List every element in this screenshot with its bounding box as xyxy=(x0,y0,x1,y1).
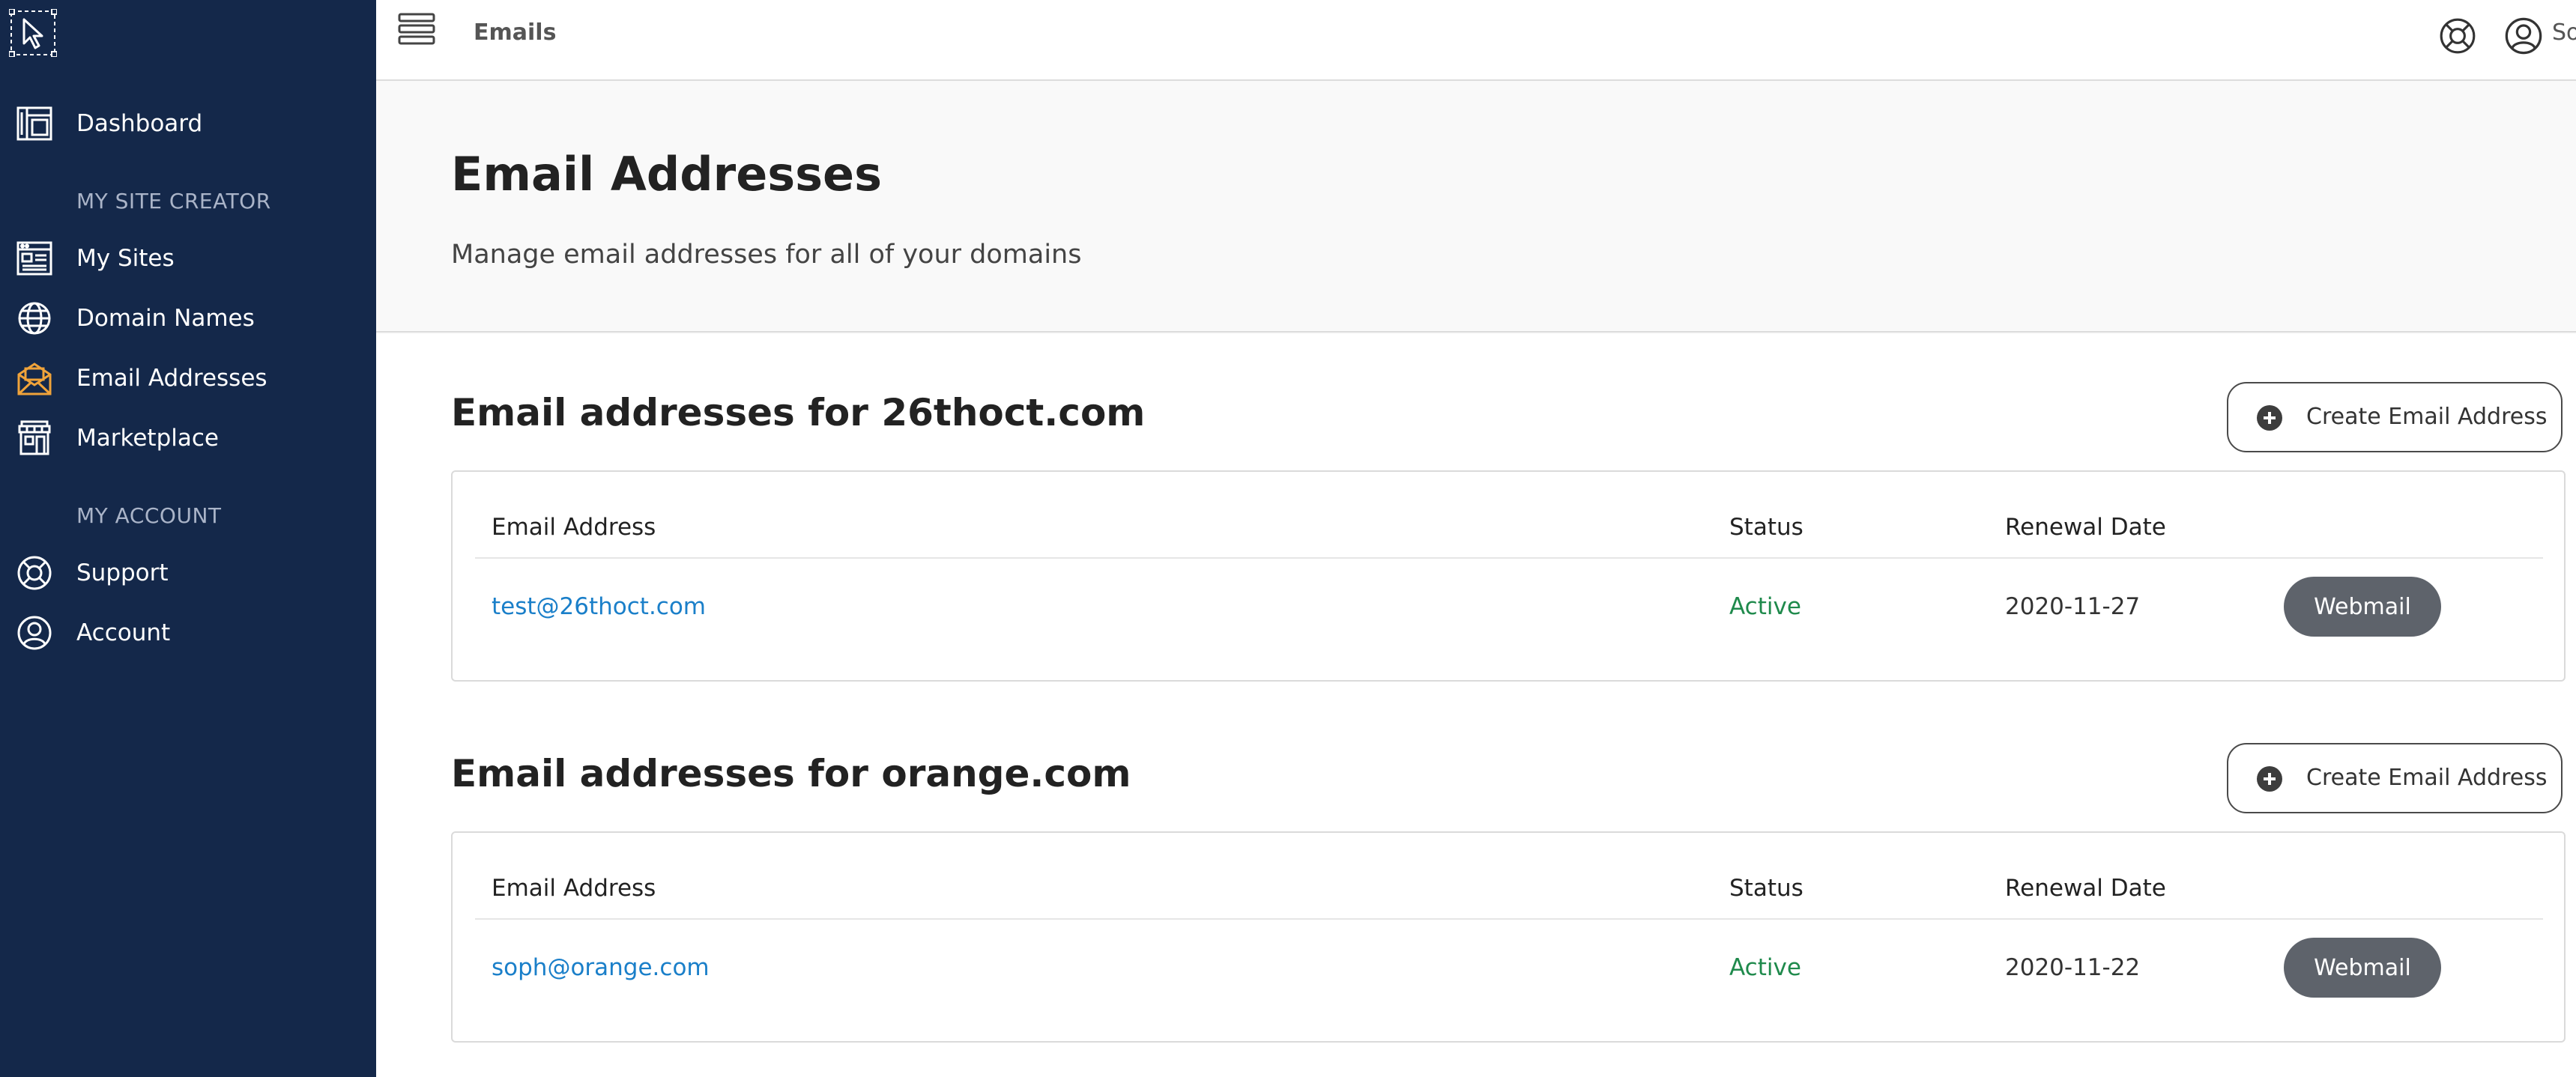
sidebar-item-account[interactable]: Account xyxy=(0,607,376,659)
plus-circle-icon xyxy=(2257,405,2282,431)
lifebuoy-icon xyxy=(15,553,54,592)
create-button-label: Create Email Address xyxy=(2306,765,2548,791)
column-header-status: Status xyxy=(1729,514,1803,541)
topbar: Emails Sophie xyxy=(376,0,2576,81)
create-email-address-button[interactable]: Create Email Address xyxy=(2227,382,2563,452)
webmail-button[interactable]: Webmail xyxy=(2284,577,2441,637)
email-address-link[interactable]: soph@orange.com xyxy=(492,954,710,981)
column-header-email: Email Address xyxy=(492,514,656,541)
account-name[interactable]: Sophie xyxy=(2552,19,2576,46)
account-menu-button[interactable] xyxy=(2501,13,2546,58)
status-badge: Active xyxy=(1729,954,1801,981)
sidebar-item-email-addresses[interactable]: Email Addresses xyxy=(0,352,376,404)
sidebar-item-label: Domain Names xyxy=(76,305,255,332)
sidebar-item-label: Support xyxy=(76,559,169,586)
section-label-my-account: MY ACCOUNT xyxy=(76,503,222,528)
sidebar-item-label: Account xyxy=(76,619,171,646)
sites-icon xyxy=(15,239,54,278)
webmail-button[interactable]: Webmail xyxy=(2284,938,2441,998)
email-address-link[interactable]: test@26thoct.com xyxy=(492,593,706,620)
dashboard-icon xyxy=(15,104,54,143)
column-header-status: Status xyxy=(1729,875,1803,902)
email-table: Email Address Status Renewal Date test@2… xyxy=(451,470,2566,682)
topbar-title: Emails xyxy=(474,19,557,46)
page-subtitle: Manage email addresses for all of your d… xyxy=(451,240,1082,270)
sidebar-item-label: My Sites xyxy=(76,245,175,272)
menu-toggle-button[interactable] xyxy=(396,10,438,48)
sidebar-item-label: Email Addresses xyxy=(76,365,267,392)
sidebar-item-dashboard[interactable]: Dashboard xyxy=(0,97,376,150)
sidebar-item-my-sites[interactable]: My Sites xyxy=(0,232,376,285)
lifebuoy-icon xyxy=(2440,18,2476,54)
sidebar-item-label: Marketplace xyxy=(76,425,219,452)
create-email-address-button[interactable]: Create Email Address xyxy=(2227,743,2563,813)
section-label-my-site-creator: MY SITE CREATOR xyxy=(76,189,271,213)
page-title: Email Addresses xyxy=(451,147,883,201)
column-header-renewal-date: Renewal Date xyxy=(2005,514,2166,541)
plus-circle-icon xyxy=(2257,766,2282,792)
domain-group-title: Email addresses for orange.com xyxy=(451,752,1131,795)
renewal-date: 2020-11-22 xyxy=(2005,954,2141,981)
sidebar-item-label: Dashboard xyxy=(76,110,203,137)
sidebar: Dashboard MY SITE CREATOR My Sites Domai… xyxy=(0,0,376,1077)
email-table: Email Address Status Renewal Date soph@o… xyxy=(451,831,2566,1043)
store-icon xyxy=(15,419,54,458)
globe-icon xyxy=(15,299,54,338)
envelope-icon xyxy=(15,359,54,398)
help-button[interactable] xyxy=(2437,15,2479,57)
hamburger-icon xyxy=(398,13,435,45)
domain-group-title: Email addresses for 26thoct.com xyxy=(451,391,1146,434)
renewal-date: 2020-11-27 xyxy=(2005,593,2141,620)
sidebar-item-domain-names[interactable]: Domain Names xyxy=(0,292,376,345)
sidebar-item-support[interactable]: Support xyxy=(0,547,376,599)
table-divider xyxy=(475,918,2543,920)
column-header-email: Email Address xyxy=(492,875,656,902)
user-icon xyxy=(2505,17,2542,55)
sidebar-item-marketplace[interactable]: Marketplace xyxy=(0,412,376,464)
user-icon xyxy=(15,613,54,652)
page-header: Email Addresses Manage email addresses f… xyxy=(376,82,2576,333)
logo-cursor-icon[interactable] xyxy=(8,8,58,58)
column-header-renewal-date: Renewal Date xyxy=(2005,875,2166,902)
create-button-label: Create Email Address xyxy=(2306,404,2548,430)
main-content: Email addresses for 26thoct.com Create E… xyxy=(376,334,2576,1077)
table-divider xyxy=(475,557,2543,559)
status-badge: Active xyxy=(1729,593,1801,620)
